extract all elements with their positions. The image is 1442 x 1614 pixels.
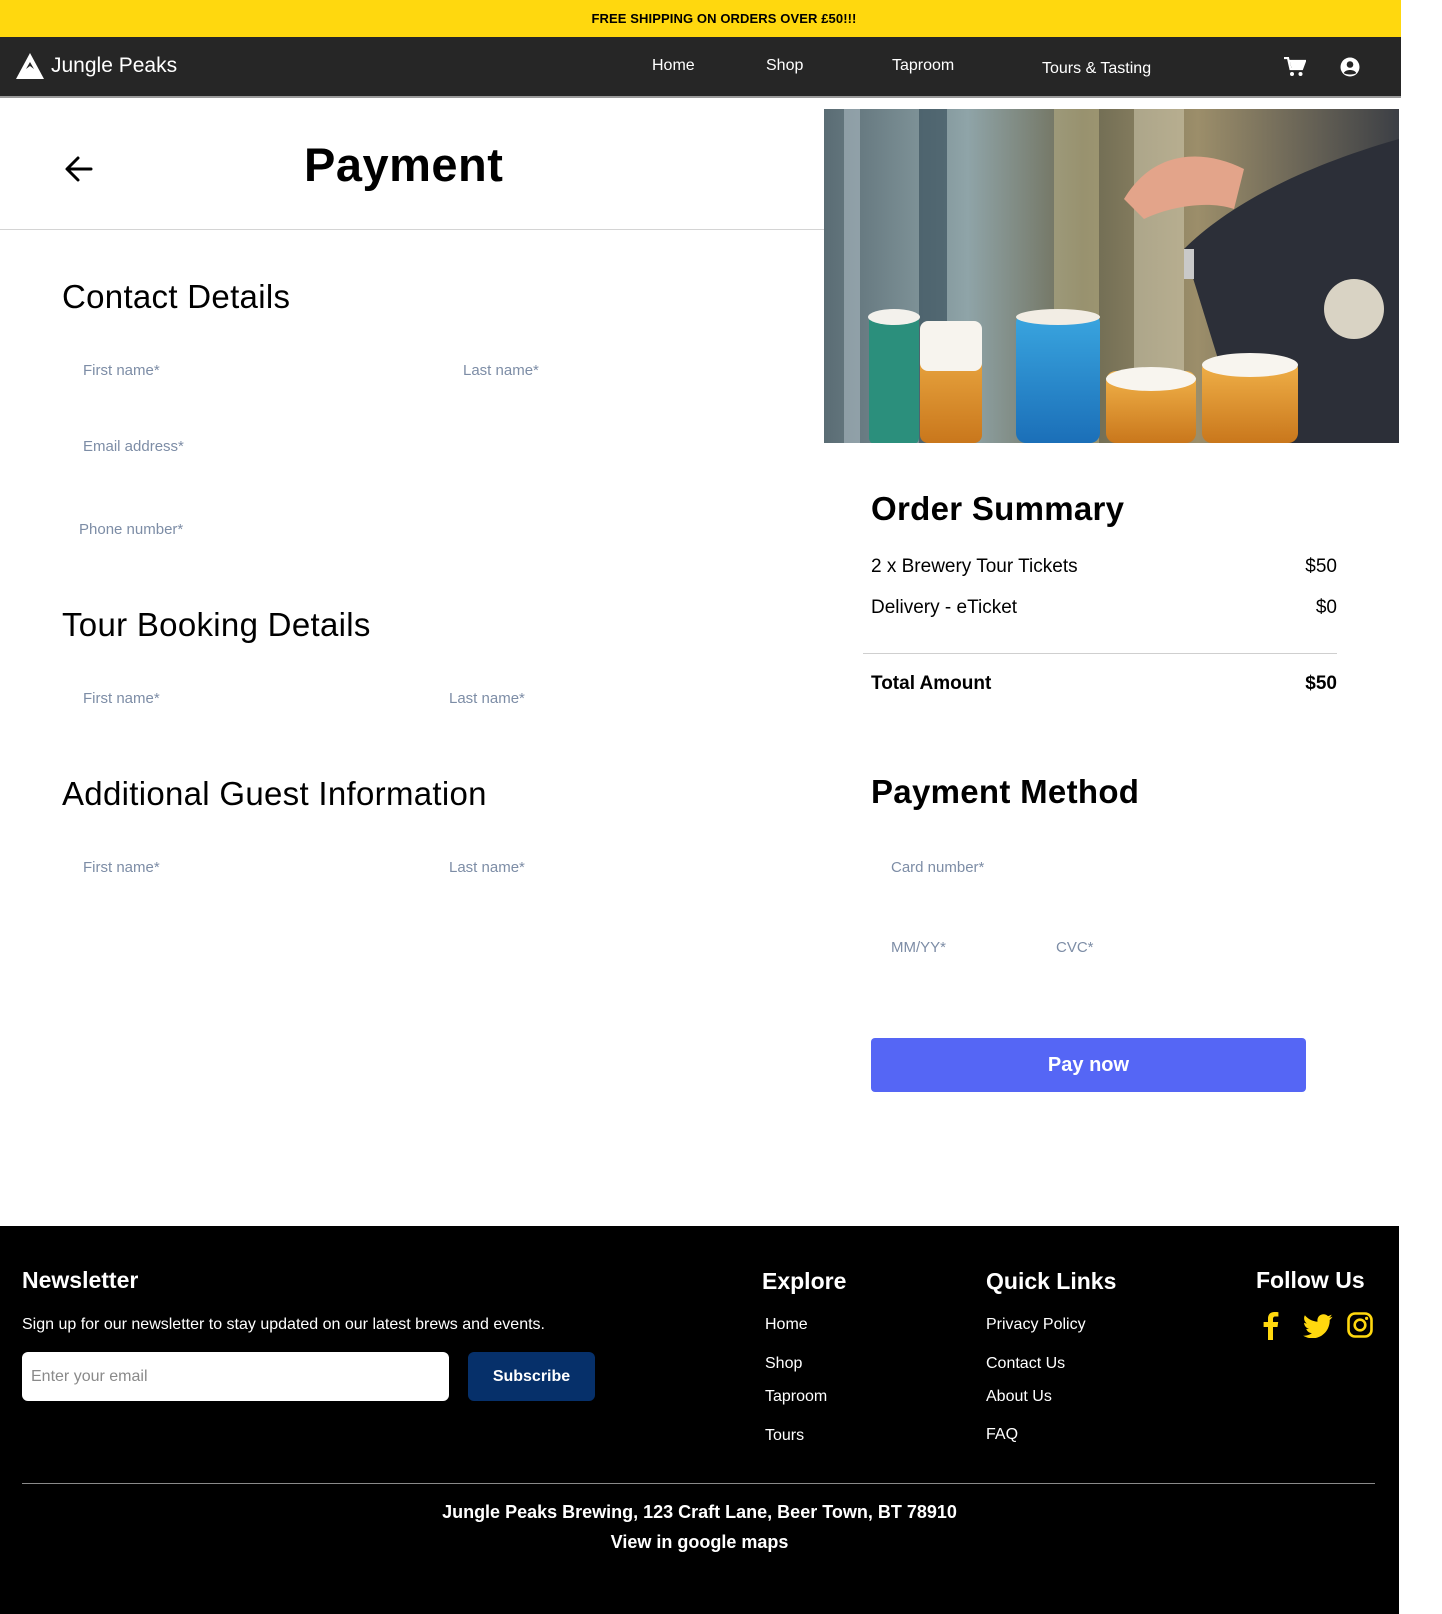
cart-icon[interactable] (1284, 56, 1307, 82)
site-footer: Newsletter Sign up for our newsletter to… (0, 1226, 1399, 1614)
newsletter-heading: Newsletter (22, 1267, 139, 1293)
follow-us-heading: Follow Us (1256, 1267, 1365, 1293)
google-maps-link[interactable]: View in google maps (0, 1532, 1399, 1553)
contact-first-name-input[interactable] (83, 356, 423, 384)
order-item-amount: $50 (1305, 556, 1337, 577)
twitter-icon[interactable] (1302, 1314, 1333, 1343)
guest-info-heading: Additional Guest Information (62, 775, 487, 812)
nav-link-shop[interactable]: Shop (766, 57, 803, 75)
card-expiry-input[interactable] (891, 933, 1041, 961)
order-line-item: 2 x Brewery Tour Tickets $50 (871, 556, 1337, 578)
payment-method-heading: Payment Method (871, 773, 1140, 810)
nav-link-tours-tasting[interactable]: Tours & Tasting (1042, 60, 1151, 78)
footer-link-taproom[interactable]: Taproom (765, 1388, 827, 1406)
mountain-logo-icon (16, 53, 44, 79)
card-number-input[interactable] (891, 853, 1311, 881)
summary-divider (863, 653, 1337, 654)
order-total-label: Total Amount (871, 673, 992, 694)
nav-link-taproom[interactable]: Taproom (892, 57, 954, 75)
back-arrow-icon[interactable] (64, 155, 94, 188)
contact-last-name-input[interactable] (463, 356, 803, 384)
newsletter-email-input[interactable] (22, 1352, 449, 1401)
order-total-row: Total Amount $50 (871, 673, 1337, 695)
order-line-item: Delivery - eTicket $0 (871, 597, 1337, 619)
brand-logo-link[interactable]: Jungle Peaks (15, 52, 177, 80)
newsletter-description: Sign up for our newsletter to stay updat… (22, 1316, 545, 1333)
subscribe-button[interactable]: Subscribe (468, 1352, 595, 1401)
tour-first-name-input[interactable] (83, 684, 423, 712)
page-title: Payment (304, 138, 504, 191)
guest-first-name-input[interactable] (83, 853, 423, 881)
guest-last-name-input[interactable] (449, 853, 803, 881)
tour-booking-heading: Tour Booking Details (62, 606, 371, 643)
order-item-label: 2 x Brewery Tour Tickets (871, 556, 1078, 577)
nav-link-home[interactable]: Home (652, 57, 695, 75)
footer-link-shop[interactable]: Shop (765, 1355, 802, 1373)
footer-link-privacy-policy[interactable]: Privacy Policy (986, 1316, 1086, 1334)
tour-last-name-input[interactable] (449, 684, 803, 712)
footer-link-home[interactable]: Home (765, 1316, 808, 1334)
pay-now-button[interactable]: Pay now (871, 1038, 1306, 1092)
contact-phone-input[interactable] (79, 515, 803, 543)
order-total-amount: $50 (1305, 673, 1337, 694)
footer-link-tours[interactable]: Tours (765, 1427, 804, 1445)
top-navigation: Jungle Peaks Home Shop Taproom Tours & T… (0, 37, 1401, 98)
title-divider (0, 229, 824, 230)
shipping-banner: FREE SHIPPING ON ORDERS OVER £50!!! (0, 0, 1401, 37)
order-item-label: Delivery - eTicket (871, 597, 1018, 618)
facebook-icon[interactable] (1260, 1310, 1280, 1345)
order-summary-heading: Order Summary (871, 490, 1125, 527)
instagram-icon[interactable] (1347, 1312, 1373, 1343)
card-cvc-input[interactable] (1056, 933, 1206, 961)
footer-divider (22, 1483, 1375, 1484)
footer-link-about-us[interactable]: About Us (986, 1388, 1052, 1406)
brand-name: Jungle Peaks (51, 54, 178, 77)
contact-details-heading: Contact Details (62, 278, 291, 315)
quick-links-heading: Quick Links (986, 1268, 1117, 1294)
order-item-amount: $0 (1315, 597, 1337, 618)
footer-link-contact-us[interactable]: Contact Us (986, 1355, 1065, 1373)
shipping-banner-text: FREE SHIPPING ON ORDERS OVER £50!!! (591, 11, 857, 26)
brewery-beer-glasses-image (824, 109, 1399, 443)
contact-email-input[interactable] (83, 432, 803, 460)
brewery-address: Jungle Peaks Brewing, 123 Craft Lane, Be… (442, 1502, 957, 1522)
user-account-icon[interactable] (1340, 57, 1360, 82)
explore-heading: Explore (762, 1268, 847, 1294)
footer-link-faq[interactable]: FAQ (986, 1426, 1018, 1444)
